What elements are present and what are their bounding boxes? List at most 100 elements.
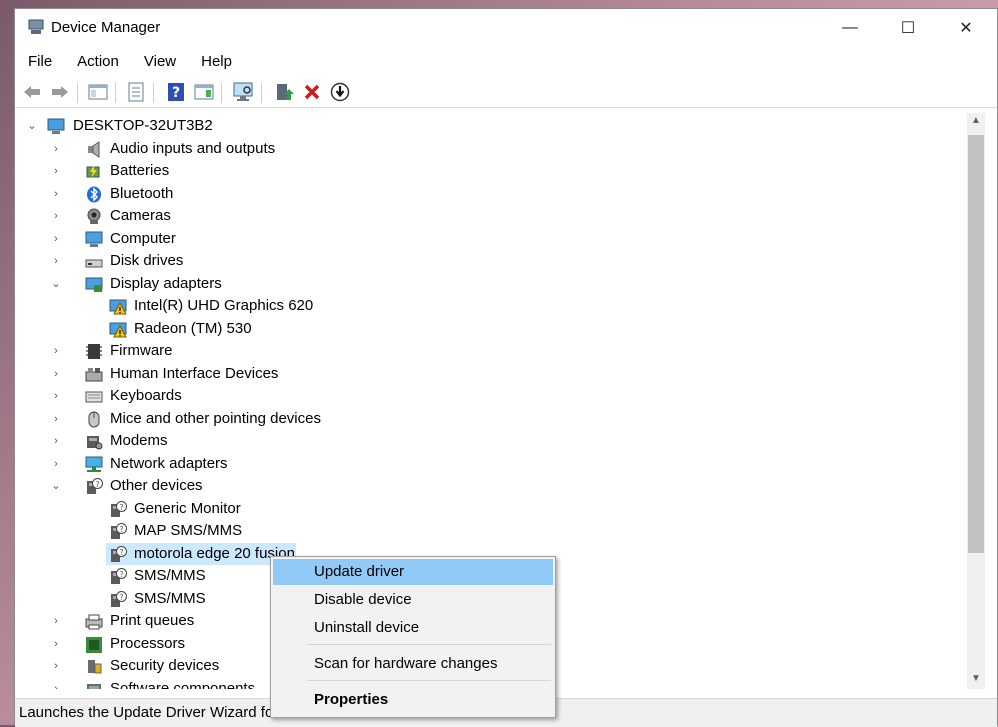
menu-action[interactable]: Action (64, 49, 131, 75)
chevron-right-icon[interactable]: › (49, 228, 63, 250)
camera-icon (87, 208, 101, 224)
speaker-icon (88, 140, 100, 158)
chevron-right-icon[interactable]: › (49, 160, 63, 182)
warning-display-icon (109, 299, 127, 315)
computer-icon (85, 231, 103, 247)
chevron-right-icon[interactable]: › (49, 138, 63, 160)
vertical-scrollbar[interactable]: ▲ ▼ (967, 113, 985, 689)
mouse-icon (88, 411, 100, 427)
network-icon (85, 456, 103, 472)
unknown-device-icon: ? (111, 568, 127, 584)
toolbar: ? (15, 77, 997, 108)
menu-file[interactable]: File (15, 49, 64, 75)
tree-item-label: Disk drives (110, 252, 184, 269)
action-pane-icon[interactable] (193, 81, 215, 103)
scan-hardware-icon[interactable] (233, 81, 255, 103)
back-icon[interactable] (21, 81, 43, 103)
maximize-button[interactable]: ☐ (879, 9, 937, 47)
scroll-up-icon[interactable]: ▲ (967, 115, 985, 131)
menu-separator (307, 680, 551, 681)
chevron-right-icon[interactable]: › (49, 385, 63, 407)
status-text: Launches the Update Driver Wizard for (19, 704, 279, 721)
keyboard-icon (85, 391, 103, 403)
title-bar: Device Manager — ☐ ✕ (15, 9, 997, 47)
scroll-thumb[interactable] (968, 135, 984, 553)
svg-text:?: ? (119, 570, 123, 579)
tree-item-label: SMS/MMS (134, 567, 206, 584)
chevron-down-icon[interactable]: ⌄ (25, 115, 39, 137)
tree-item-label: Print queues (110, 612, 195, 629)
show-hide-tree-icon[interactable] (87, 81, 109, 103)
unknown-device-icon: ? (87, 478, 103, 494)
tree-item-label: Processors (110, 634, 186, 652)
svg-text:?: ? (119, 593, 123, 602)
chevron-right-icon[interactable]: › (49, 655, 63, 677)
tree-item-label: SMS/MMS (134, 589, 206, 607)
disable-device-icon[interactable] (329, 81, 351, 103)
tree-item-label: Intel(R) UHD Graphics 620 (134, 297, 314, 314)
tree-item-label: Keyboards (110, 387, 182, 404)
menu-view[interactable]: View (131, 49, 188, 75)
tree-item-label: Other devices (110, 477, 203, 494)
chevron-right-icon[interactable]: › (49, 183, 63, 205)
tree-item-label: MAP SMS/MMS (134, 522, 243, 539)
battery-icon (86, 165, 100, 178)
chevron-right-icon[interactable]: › (49, 408, 63, 430)
chevron-down-icon[interactable]: ⌄ (49, 475, 63, 497)
svg-text:?: ? (119, 548, 123, 557)
bluetooth-icon (87, 186, 101, 202)
context-menu: Update driver Disable device Uninstall d… (270, 556, 556, 718)
tree-item-label: Mice and other pointing devices (110, 409, 321, 427)
chevron-right-icon[interactable]: › (49, 678, 63, 690)
help-icon[interactable]: ? (165, 81, 187, 103)
unknown-device-icon: ? (111, 545, 127, 562)
menu-properties[interactable]: Properties (273, 687, 553, 713)
menu-help[interactable]: Help (188, 49, 244, 75)
update-driver-icon[interactable] (273, 81, 295, 103)
forward-icon[interactable] (49, 81, 71, 103)
menu-separator (307, 644, 551, 645)
chevron-right-icon[interactable]: › (49, 430, 63, 452)
security-icon (88, 660, 102, 674)
chevron-right-icon[interactable]: › (49, 453, 63, 475)
menu-uninstall-device[interactable]: Uninstall device (273, 615, 553, 641)
chevron-right-icon[interactable]: › (49, 633, 63, 655)
tree-item-label: Radeon (TM) 530 (134, 319, 252, 337)
svg-text:?: ? (95, 480, 99, 489)
properties-icon[interactable] (125, 81, 147, 103)
tree-item-label: Computer (110, 229, 176, 247)
menu-scan-hardware[interactable]: Scan for hardware changes (273, 651, 553, 677)
computer-icon (47, 118, 65, 134)
chevron-down-icon[interactable]: ⌄ (49, 273, 63, 295)
scroll-down-icon[interactable]: ▼ (967, 673, 985, 689)
tree-item-label: Software components (110, 679, 256, 690)
tree-root-label: DESKTOP-32UT3B2 (73, 117, 213, 134)
svg-text:?: ? (119, 503, 123, 512)
uninstall-icon[interactable] (301, 81, 323, 103)
close-button[interactable]: ✕ (937, 9, 995, 47)
tree-item-label: Generic Monitor (134, 499, 241, 517)
firmware-icon (86, 344, 102, 359)
device-manager-app-icon (28, 19, 44, 34)
tree-item-label: Bluetooth (110, 184, 174, 202)
chevron-right-icon[interactable]: › (49, 205, 63, 227)
chevron-right-icon[interactable]: › (49, 250, 63, 272)
tree-item-label: Security devices (110, 657, 220, 674)
menu-update-driver[interactable]: Update driver (273, 559, 553, 585)
minimize-button[interactable]: — (821, 9, 879, 47)
disk-drive-icon (85, 259, 103, 268)
chevron-right-icon[interactable]: › (49, 363, 63, 385)
chevron-right-icon[interactable]: › (49, 340, 63, 362)
tree-item-label: Human Interface Devices (110, 364, 279, 382)
tree-item-label: Cameras (110, 207, 171, 224)
svg-text:?: ? (172, 85, 180, 101)
software-icon (87, 683, 101, 689)
unknown-device-icon: ? (111, 590, 127, 607)
unknown-device-icon: ? (111, 500, 127, 517)
menu-disable-device[interactable]: Disable device (273, 587, 553, 613)
chevron-right-icon[interactable]: › (49, 610, 63, 632)
tree-item-label: Modems (110, 432, 168, 449)
tree-item-label: Display adapters (110, 274, 222, 292)
warning-display-icon (109, 322, 127, 337)
svg-text:?: ? (119, 525, 123, 534)
